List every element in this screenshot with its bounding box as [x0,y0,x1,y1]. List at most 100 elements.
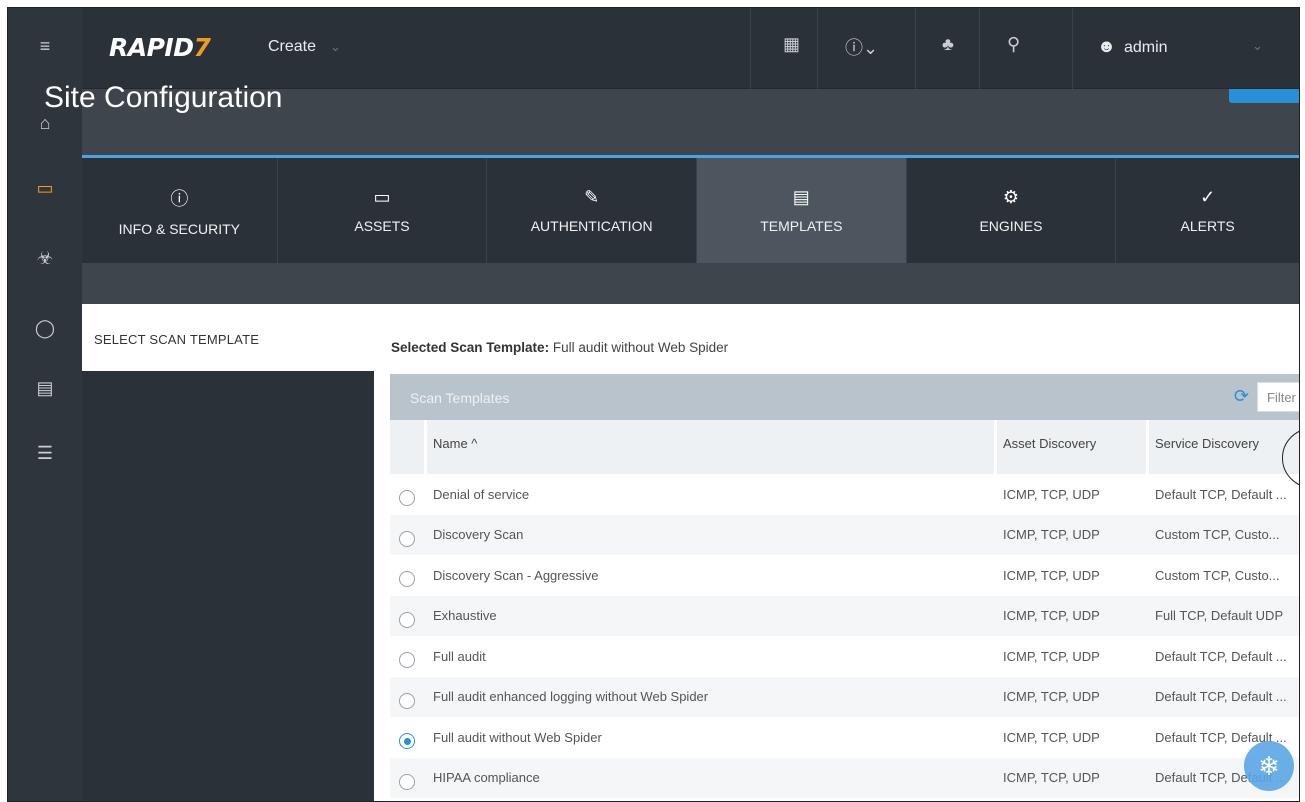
column-header-service-discovery[interactable]: Service Discovery [1146,420,1299,474]
template-icon: ▤ [792,187,810,207]
side-panel-header: SELECT SCAN TEMPLATE [82,304,374,371]
template-radio-button[interactable] [399,611,415,628]
calendar-icon[interactable]: ▦ [783,34,800,55]
grid-header: Scan Templates ⟳ Filter [390,374,1299,420]
filter-input[interactable]: Filter [1257,382,1299,412]
page-header: Site Configuration [44,81,1299,155]
left-nav-rail: ≡ ⌂ ▭ ☣ ◯ ▤ ☰ [8,8,82,801]
monitor-icon: ▭ [373,187,391,207]
asset-discovery-value: ICMP, TCP, UDP [1003,486,1100,502]
menu-icon[interactable]: ≡ [8,26,82,66]
table-row[interactable]: Full audit without Web Spider ICMP, TCP, … [390,717,1299,758]
table-row[interactable]: Exhaustive ICMP, TCP, UDP Full TCP, Defaul… [390,595,1299,636]
tab-label: ALERTS [1180,218,1235,234]
tab-authentication[interactable]: ✎ AUTHENTICATION [487,158,697,263]
tab-assets[interactable]: ▭ ASSETS [278,158,488,263]
asset-discovery-value: ICMP, TCP, UDP [1003,567,1100,583]
template-name: Denial of service [433,486,530,502]
policies-ribbon-icon[interactable]: ◯ [8,308,82,348]
template-radio-button[interactable] [399,692,415,709]
divider [979,8,980,89]
table-row[interactable]: HIPAA compliance ICMP, TCP, UDP Default TC… [390,757,1299,798]
user-icon: ☻ [1097,36,1116,56]
tab-alerts[interactable]: ✓ ALERTS [1116,158,1299,263]
radio-cell [390,766,424,790]
top-bar: RAPID7 Create ⌄ ▦ ⓘ⌄ ♣ ⚲ ☻ admin ⌄ [82,8,1299,89]
tab-label: TEMPLATES [760,218,843,234]
table-row[interactable]: Denial of service ICMP, TCP, UDP Default T… [390,474,1299,515]
selected-template-value: Full audit without Web Spider [552,340,729,355]
service-discovery-value: Default TCP, Default ... [1155,689,1287,705]
table-row[interactable]: Full audit ICMP, TCP, UDP Default TCP, Def… [390,636,1299,677]
selected-template-prefix: Selected Scan Template: [391,340,550,355]
vulnerabilities-biohazard-icon[interactable]: ☣ [8,238,82,278]
save-button[interactable] [1229,89,1299,103]
asset-discovery-value: ICMP, TCP, UDP [1003,527,1100,543]
reports-chart-icon[interactable]: ▤ [8,368,82,408]
table-row[interactable]: Discovery Scan - Aggressive ICMP, TCP, UD… [390,555,1299,596]
asset-discovery-value: ICMP, TCP, UDP [1003,608,1100,624]
service-discovery-value: Custom TCP, Custo... [1155,527,1280,543]
radio-cell [390,685,424,709]
tab-label: ENGINES [979,218,1043,234]
table-row[interactable]: Discovery Scan ICMP, TCP, UDP Custom TCP, … [390,514,1299,555]
shield-check-icon: ✓ [1200,187,1216,207]
search-icon[interactable]: ⚲ [1007,34,1020,55]
create-menu[interactable]: Create ⌄ [268,38,341,56]
tab-info-security[interactable]: ⓘ INFO & SECURITY [82,158,278,263]
tab-label: ASSETS [354,218,410,234]
select-scan-template-label: SELECT SCAN TEMPLATE [94,332,260,347]
chevron-down-icon: ⌄ [330,39,341,54]
template-radio-button[interactable] [399,530,415,547]
template-name: Discovery Scan [433,527,524,543]
engine-gears-icon: ⚙ [1002,187,1020,207]
column-header-asset-discovery[interactable]: Asset Discovery [994,420,1146,474]
template-radio-button[interactable] [399,733,415,750]
user-menu[interactable]: ☻ admin [1097,36,1168,57]
divider [750,8,751,89]
column-headers: Name ^ Asset Discovery Service Discovery [390,420,1299,474]
column-header-name[interactable]: Name ^ [424,420,994,474]
template-name: Full audit enhanced logging without Web … [433,689,709,705]
chevron-down-icon[interactable]: ⌄ [1252,38,1263,54]
template-name: Exhaustive [433,608,497,624]
selected-template-line: Selected Scan Template: Full audit witho… [391,340,728,355]
help-widget-icon[interactable]: ❄ [1244,741,1294,791]
tab-label: AUTHENTICATION [530,218,653,234]
radio-cell [390,563,424,588]
tab-templates[interactable]: ▤ TEMPLATES [696,158,907,273]
service-discovery-value: Default TCP, Default ... [1155,486,1287,502]
template-radio-button[interactable] [399,571,415,588]
radio-cell [390,725,424,750]
radio-column-header [390,420,424,474]
credential-icon: ✎ [584,187,600,207]
bell-icon[interactable]: ♣ [942,34,954,55]
tab-engines[interactable]: ⚙ ENGINES [907,158,1117,263]
template-radio-button[interactable] [399,490,415,507]
divider [817,8,818,89]
tickets-list-icon[interactable]: ☰ [8,433,82,473]
rapid7-logo[interactable]: RAPID7 [109,33,211,62]
grid-rows: Denial of service ICMP, TCP, UDP Default T… [390,474,1299,798]
service-discovery-value: Custom TCP, Custo... [1155,567,1280,583]
page-title: Site Configuration [44,81,283,114]
help-icon[interactable]: ⓘ⌄ [845,34,878,60]
template-radio-button[interactable] [399,773,415,790]
radio-cell [390,523,424,547]
refresh-icon[interactable]: ⟳ [1234,386,1249,407]
template-radio-button[interactable] [399,652,415,669]
service-discovery-value: Default TCP, Default ... [1155,648,1287,664]
side-panel-body [82,371,374,801]
asset-discovery-value: ICMP, TCP, UDP [1003,648,1100,664]
template-name: Full audit [433,648,486,664]
tab-label: INFO & SECURITY [118,220,241,237]
template-name: Full audit without Web Spider [433,729,602,745]
config-tabs: ⓘ INFO & SECURITY ▭ ASSETS ✎ AUTHENTICAT… [82,158,1299,273]
create-label: Create [268,38,317,55]
divider [1072,8,1073,89]
app-window: ≡ ⌂ ▭ ☣ ◯ ▤ ☰ RAPID7 Create ⌄ ▦ ⓘ⌄ ♣ ⚲ ☻ a… [7,7,1300,802]
table-row[interactable]: Full audit enhanced logging without Web … [390,676,1299,717]
template-name: HIPAA compliance [433,770,540,786]
assets-monitor-icon[interactable]: ▭ [8,168,82,208]
user-name: admin [1123,39,1168,56]
